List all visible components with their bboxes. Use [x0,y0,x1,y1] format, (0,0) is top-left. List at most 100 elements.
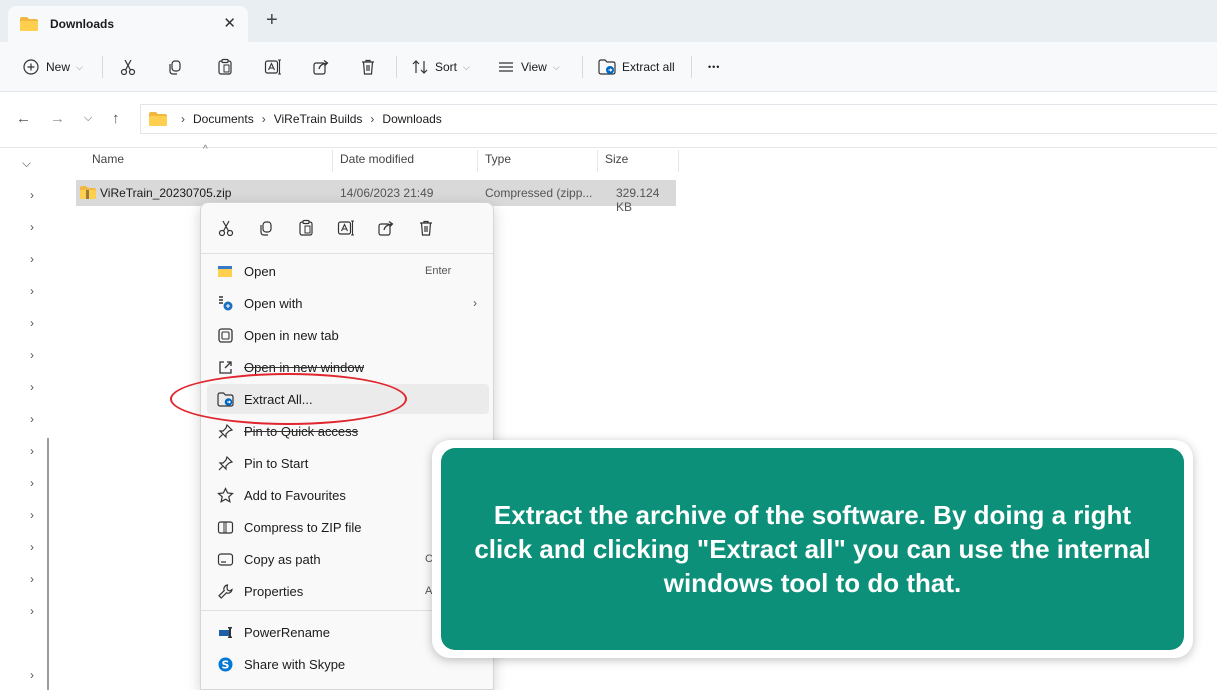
new-tab-button[interactable]: + [266,10,278,30]
view-lines-icon [499,62,513,72]
command-bar: New ⌵ Sort ⌵ View ⌵ Extract all ••• [0,42,1217,92]
sort-icon [412,60,428,74]
view-button[interactable]: View ⌵ [497,54,560,80]
copy-icon [169,60,181,75]
column-header-size[interactable]: Size [605,152,628,166]
menu-item-label: Compress to ZIP file [244,519,362,535]
rename-icon[interactable] [337,219,355,237]
menu-item-label: Properties [244,583,304,599]
navigation-pane: ⌵ › › › › › › › › › › › › › › › [0,148,62,690]
folder-icon [149,112,167,126]
column-divider[interactable] [597,150,598,172]
chevron-right-icon[interactable]: › [30,508,34,522]
new-tab-icon [218,327,233,343]
file-date: 14/06/2023 21:49 [340,186,434,200]
folder-open-icon [218,265,232,277]
new-button[interactable]: New ⌵ [22,54,83,80]
scrollbar[interactable] [47,438,49,690]
wrench-icon [218,583,233,599]
toolbar-divider [396,56,397,78]
menu-item-label: Pin to Quick access [244,423,359,439]
chevron-right-icon[interactable]: › [30,412,34,426]
toolbar-divider [582,56,583,78]
scissors-icon[interactable] [217,219,235,237]
skype-icon: S [218,657,233,671]
share-icon[interactable] [377,219,395,237]
chevron-right-icon[interactable]: › [30,444,34,458]
forward-icon[interactable]: → [50,110,65,127]
close-tab-icon[interactable]: ✕ [223,14,236,32]
trash-icon[interactable] [417,219,435,237]
column-header-name[interactable]: Name [92,152,124,166]
delete-button[interactable] [359,54,377,80]
paste-button[interactable] [216,54,234,80]
trash-icon [362,59,374,75]
annotation-highlight-ellipse [170,373,407,425]
share-button[interactable] [312,54,330,80]
chevron-down-icon: ⌵ [463,61,470,72]
rename-icon [264,59,281,75]
breadcrumb-downloads[interactable]: Downloads [382,112,441,126]
extract-icon [598,59,616,75]
column-divider[interactable] [332,150,333,172]
chevron-down-icon[interactable]: ⌵ [22,156,31,171]
column-divider[interactable] [678,150,679,172]
extract-all-button[interactable]: Extract all [598,54,675,80]
chevron-right-icon[interactable]: › [30,540,34,554]
recent-locations-icon[interactable]: ⌵ [84,112,92,125]
scissors-icon [120,59,136,76]
zip-icon [217,520,234,534]
tab-downloads[interactable]: Downloads ✕ [8,6,248,42]
file-name: ViReTrain_20230705.zip [100,186,232,200]
menu-item-label: PowerRename [244,624,330,640]
up-icon[interactable]: ↑ [112,110,120,127]
title-bar: Downloads ✕ + [0,0,1217,42]
copy-button[interactable] [166,54,184,80]
open-with-icon [219,295,233,310]
chevron-right-icon[interactable]: › [30,380,34,394]
chevron-down-icon: ⌵ [552,61,560,72]
chevron-right-icon[interactable]: › [30,668,34,682]
copy-icon[interactable] [257,219,275,237]
breadcrumb-viretrain-builds[interactable]: ViReTrain Builds [274,112,363,126]
file-type: Compressed (zipp... [485,186,593,200]
menu-item-label: Add to Favourites [244,487,346,503]
chevron-right-icon: › [473,296,477,310]
breadcrumb-documents[interactable]: Documents [193,112,254,126]
sort-ascending-icon: ^ [203,144,208,155]
file-size: 329.124 KB [616,186,660,214]
copy-path-icon [217,552,234,566]
star-icon [217,486,234,503]
chevron-right-icon[interactable]: › [30,252,34,266]
chevron-right-icon[interactable]: › [30,604,34,618]
chevron-right-icon[interactable]: › [30,284,34,298]
pin-icon [218,455,234,470]
clipboard-icon[interactable] [297,219,315,237]
column-header-type[interactable]: Type [485,152,511,166]
back-icon[interactable]: ← [16,110,31,127]
address-bar[interactable]: › Documents › ViReTrain Builds › Downloa… [140,104,1217,134]
chevron-right-icon[interactable]: › [30,220,34,234]
menu-item-open-new-tab[interactable]: Open in new tab [207,320,489,350]
cut-button[interactable] [119,54,137,80]
tab-title: Downloads [50,17,115,31]
plus-circle-icon [23,59,39,75]
sort-button[interactable]: Sort ⌵ [411,54,470,80]
rename-button[interactable] [264,54,282,80]
chevron-right-icon[interactable]: › [30,572,34,586]
chevron-right-icon[interactable]: › [30,476,34,490]
chevron-right-icon[interactable]: › [30,188,34,202]
toolbar-divider [102,56,103,78]
menu-item-open-with[interactable]: Open with › [207,288,489,318]
chevron-right-icon[interactable]: › [30,316,34,330]
toolbar-divider [691,56,692,78]
column-header-date[interactable]: Date modified [340,152,414,166]
column-divider[interactable] [477,150,478,172]
menu-shortcut: Enter [425,265,452,277]
share-icon [313,60,329,75]
more-options-button[interactable]: ••• [708,54,720,80]
breadcrumb-chevron-icon: › [370,112,375,126]
powerrename-icon [219,626,232,638]
chevron-right-icon[interactable]: › [30,348,34,362]
menu-item-open[interactable]: Open Enter [207,256,489,286]
